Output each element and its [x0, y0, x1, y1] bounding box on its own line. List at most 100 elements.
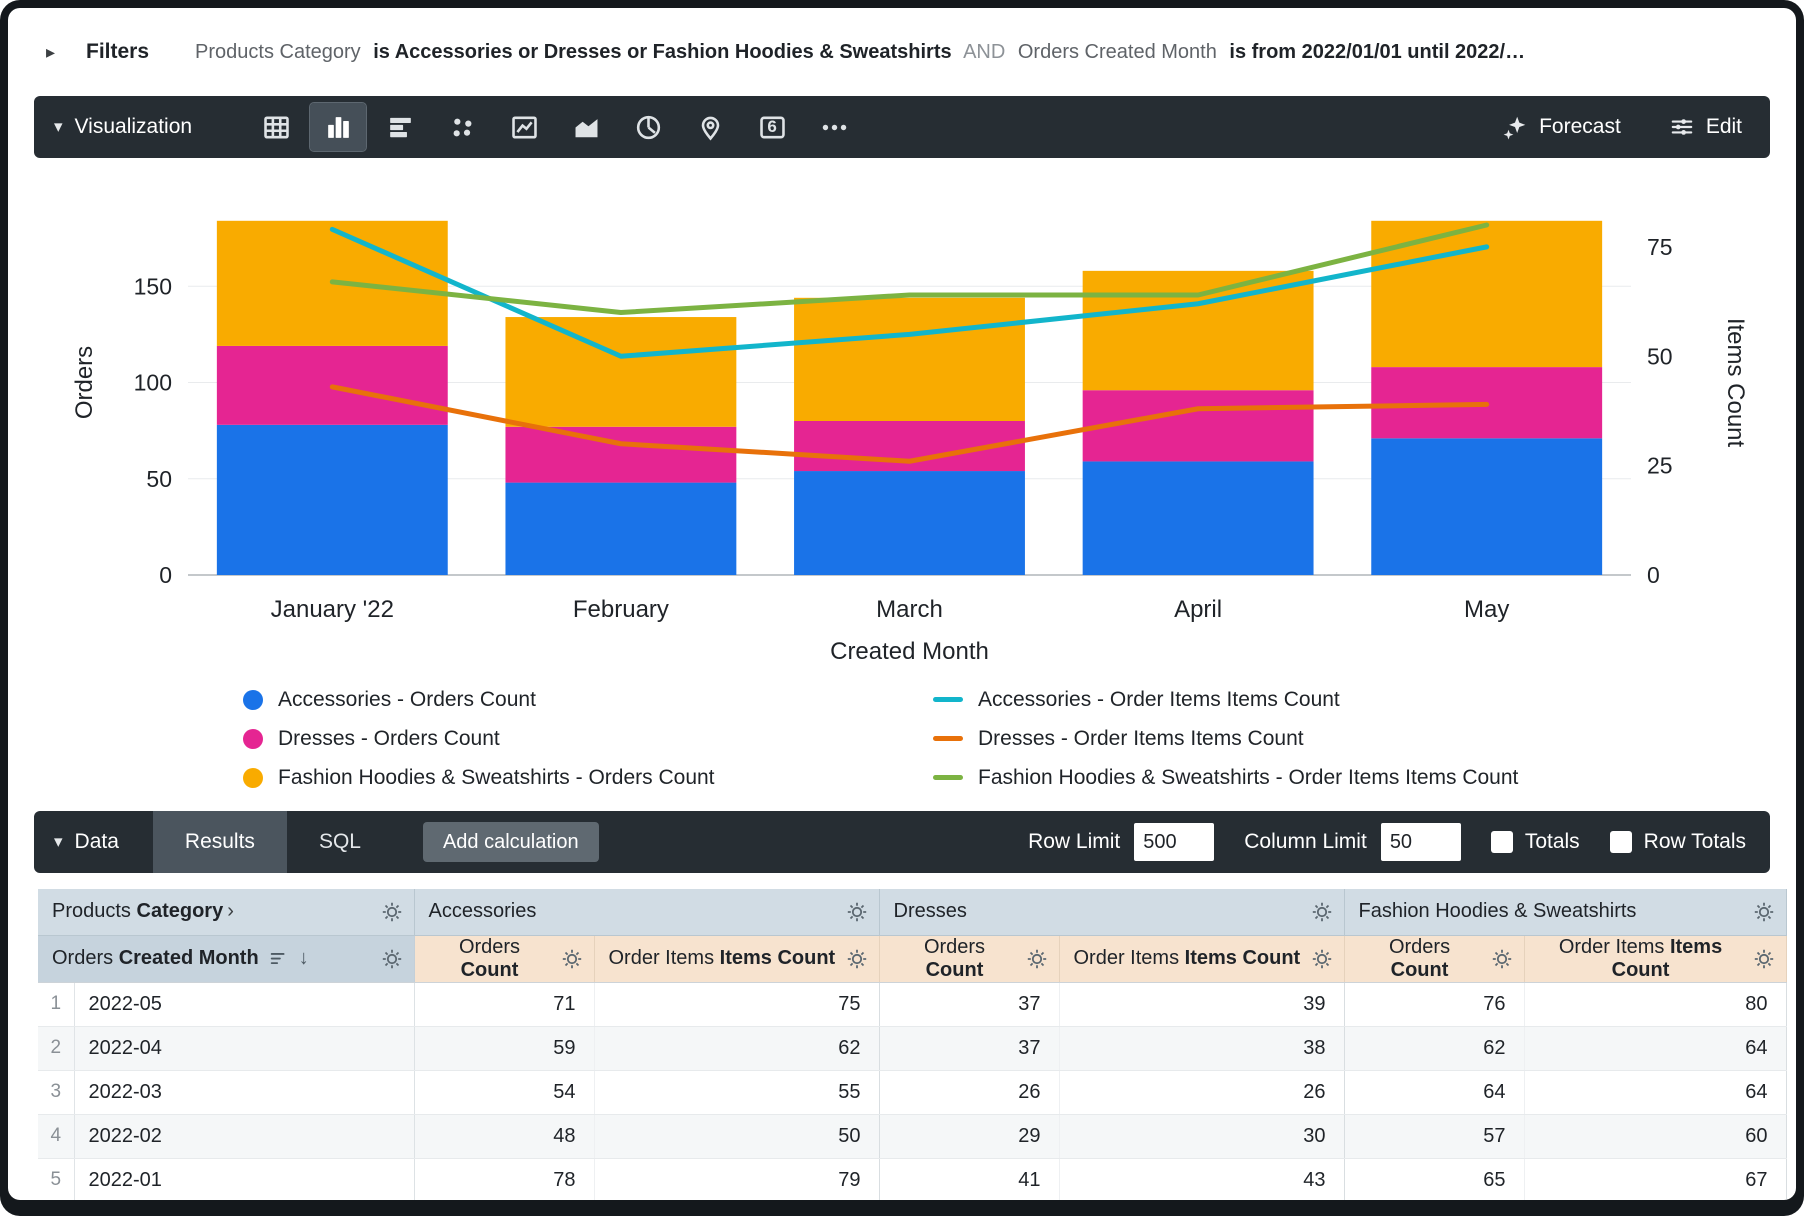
add-calculation-button[interactable]: Add calculation: [423, 822, 599, 862]
data-title[interactable]: Data: [75, 830, 119, 854]
measure-cell[interactable]: 62: [594, 1026, 879, 1070]
dimension-cell[interactable]: 2022-04: [74, 1026, 414, 1070]
forecast-button[interactable]: Forecast: [1502, 114, 1621, 140]
gear-icon[interactable]: [1752, 947, 1776, 971]
gear-icon[interactable]: [1752, 900, 1776, 924]
tab-sql[interactable]: SQL: [287, 811, 393, 873]
measure-cell[interactable]: 26: [879, 1070, 1059, 1114]
measure-cell[interactable]: 48: [414, 1114, 594, 1158]
filter-summary[interactable]: Products Category is Accessories or Dres…: [195, 41, 1758, 64]
bar-segment[interactable]: [794, 298, 1025, 421]
dimension-cell[interactable]: 2022-01: [74, 1158, 414, 1200]
viz-type-area-chart-icon[interactable]: [558, 103, 614, 151]
column-orders-created-month[interactable]: Orders Created Month ↓: [38, 935, 414, 982]
measure-cell[interactable]: 26: [1059, 1070, 1344, 1114]
column-accessories-items-count[interactable]: Order Items Items Count: [594, 935, 879, 982]
visualization-collapse-icon[interactable]: ▾: [54, 117, 63, 137]
measure-cell[interactable]: 65: [1344, 1158, 1524, 1200]
viz-type-column-chart-icon[interactable]: [310, 103, 366, 151]
column-fashion-items-count[interactable]: Order Items Items Count: [1524, 935, 1786, 982]
bar-segment[interactable]: [505, 427, 736, 483]
viz-type-scatter-icon[interactable]: [434, 103, 490, 151]
viz-type-table-icon[interactable]: [248, 103, 304, 151]
measure-cell[interactable]: 59: [414, 1026, 594, 1070]
viz-type-line-chart-icon[interactable]: [496, 103, 552, 151]
visualization-title[interactable]: Visualization: [75, 115, 193, 139]
viz-type-pie-chart-icon[interactable]: [620, 103, 676, 151]
dimension-cell[interactable]: 2022-05: [74, 982, 414, 1026]
measure-cell[interactable]: 71: [414, 982, 594, 1026]
gear-icon[interactable]: [1025, 947, 1049, 971]
legend-item[interactable]: Accessories - Orders Count: [243, 680, 933, 719]
sort-desc-icon[interactable]: ↓: [299, 947, 309, 970]
gear-icon[interactable]: [1310, 900, 1334, 924]
measure-cell[interactable]: 57: [1344, 1114, 1524, 1158]
data-collapse-icon[interactable]: ▾: [54, 832, 63, 852]
column-group-dresses[interactable]: Dresses: [879, 889, 1344, 935]
subtotal-icon[interactable]: [268, 948, 290, 970]
measure-cell[interactable]: 64: [1344, 1070, 1524, 1114]
measure-cell[interactable]: 30: [1059, 1114, 1344, 1158]
combo-chart[interactable]: 0501001500255075January '22FebruaryMarch…: [38, 170, 1766, 670]
viz-type-more-icon[interactable]: [806, 103, 862, 151]
measure-cell[interactable]: 38: [1059, 1026, 1344, 1070]
totals-checkbox[interactable]: [1491, 831, 1513, 853]
measure-cell[interactable]: 41: [879, 1158, 1059, 1200]
measure-cell[interactable]: 64: [1524, 1026, 1786, 1070]
gear-icon[interactable]: [560, 947, 584, 971]
measure-cell[interactable]: 29: [879, 1114, 1059, 1158]
measure-cell[interactable]: 75: [594, 982, 879, 1026]
column-accessories-orders-count[interactable]: Orders Count: [414, 935, 594, 982]
bar-segment[interactable]: [217, 425, 448, 575]
column-dresses-items-count[interactable]: Order Items Items Count: [1059, 935, 1344, 982]
measure-cell[interactable]: 37: [879, 1026, 1059, 1070]
dimension-cell[interactable]: 2022-02: [74, 1114, 414, 1158]
legend-item[interactable]: Dresses - Order Items Items Count: [933, 719, 1766, 758]
legend-item[interactable]: Accessories - Order Items Items Count: [933, 680, 1766, 719]
dimension-cell[interactable]: 2022-03: [74, 1070, 414, 1114]
gear-icon[interactable]: [380, 947, 404, 971]
measure-cell[interactable]: 37: [879, 982, 1059, 1026]
measure-cell[interactable]: 76: [1344, 982, 1524, 1026]
bar-segment[interactable]: [1083, 461, 1314, 575]
gear-icon[interactable]: [845, 947, 869, 971]
row-limit-input[interactable]: [1134, 823, 1214, 861]
bar-segment[interactable]: [1371, 438, 1602, 575]
viz-type-bar-chart-icon[interactable]: [372, 103, 428, 151]
filters-expand-icon[interactable]: ▸: [46, 42, 66, 63]
bar-segment[interactable]: [505, 483, 736, 575]
measure-cell[interactable]: 50: [594, 1114, 879, 1158]
tab-results[interactable]: Results: [153, 811, 287, 873]
legend-item[interactable]: Dresses - Orders Count: [243, 719, 933, 758]
chevron-right-icon[interactable]: ›: [227, 900, 234, 922]
gear-icon[interactable]: [845, 900, 869, 924]
measure-cell[interactable]: 62: [1344, 1026, 1524, 1070]
bar-segment[interactable]: [794, 471, 1025, 575]
measure-cell[interactable]: 60: [1524, 1114, 1786, 1158]
column-limit-input[interactable]: [1381, 823, 1461, 861]
measure-cell[interactable]: 39: [1059, 982, 1344, 1026]
column-group-products-category[interactable]: Products Category›: [38, 889, 414, 935]
gear-icon[interactable]: [1490, 947, 1514, 971]
viz-type-single-value-icon[interactable]: 6: [744, 103, 800, 151]
column-dresses-orders-count[interactable]: Orders Count: [879, 935, 1059, 982]
measure-cell[interactable]: 64: [1524, 1070, 1786, 1114]
column-group-fashion-hoodies[interactable]: Fashion Hoodies & Sweatshirts: [1344, 889, 1786, 935]
column-fashion-orders-count[interactable]: Orders Count: [1344, 935, 1524, 982]
measure-cell[interactable]: 55: [594, 1070, 879, 1114]
edit-button[interactable]: Edit: [1669, 114, 1742, 140]
measure-cell[interactable]: 78: [414, 1158, 594, 1200]
measure-cell[interactable]: 79: [594, 1158, 879, 1200]
legend-item[interactable]: Fashion Hoodies & Sweatshirts - Order It…: [933, 758, 1766, 797]
measure-cell[interactable]: 54: [414, 1070, 594, 1114]
viz-type-map-icon[interactable]: [682, 103, 738, 151]
bar-segment[interactable]: [505, 317, 736, 427]
gear-icon[interactable]: [1310, 947, 1334, 971]
measure-cell[interactable]: 67: [1524, 1158, 1786, 1200]
row-totals-checkbox[interactable]: [1610, 831, 1632, 853]
measure-cell[interactable]: 80: [1524, 982, 1786, 1026]
measure-cell[interactable]: 43: [1059, 1158, 1344, 1200]
legend-item[interactable]: Fashion Hoodies & Sweatshirts - Orders C…: [243, 758, 933, 797]
gear-icon[interactable]: [380, 900, 404, 924]
filters-title[interactable]: Filters: [86, 40, 149, 64]
